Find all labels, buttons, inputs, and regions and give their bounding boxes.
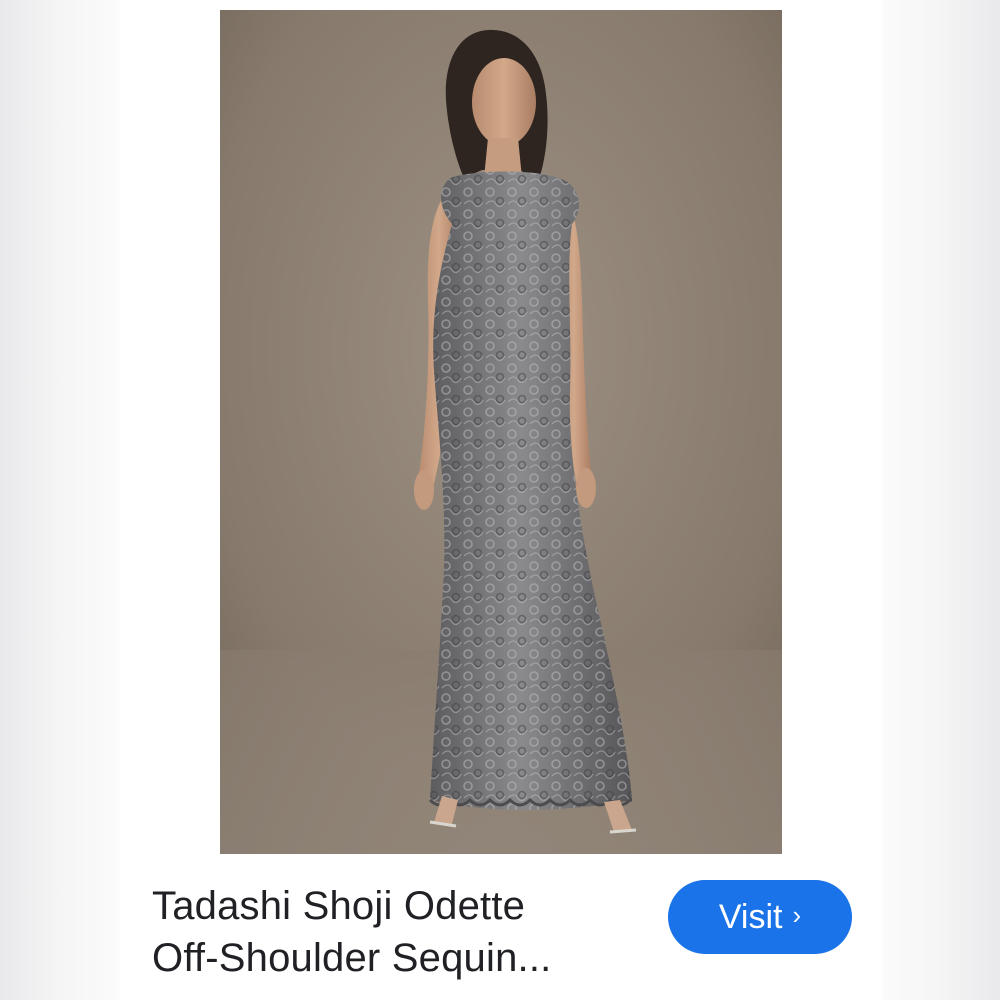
visit-button-label: Visit	[718, 897, 783, 936]
viewport-background: Tadashi Shoji Odette Off-Shoulder Sequin…	[0, 0, 1000, 1000]
product-photo	[220, 10, 782, 854]
product-title-line2: Off-Shoulder Sequin...	[152, 936, 552, 980]
product-title[interactable]: Tadashi Shoji Odette Off-Shoulder Sequin…	[152, 880, 632, 984]
product-title-line1: Tadashi Shoji Odette	[152, 884, 526, 928]
chevron-right-icon: ›	[792, 899, 802, 930]
visit-button[interactable]: Visit ›	[668, 880, 852, 954]
result-card[interactable]: Tadashi Shoji Odette Off-Shoulder Sequin…	[120, 0, 882, 1000]
product-image[interactable]	[220, 10, 782, 854]
